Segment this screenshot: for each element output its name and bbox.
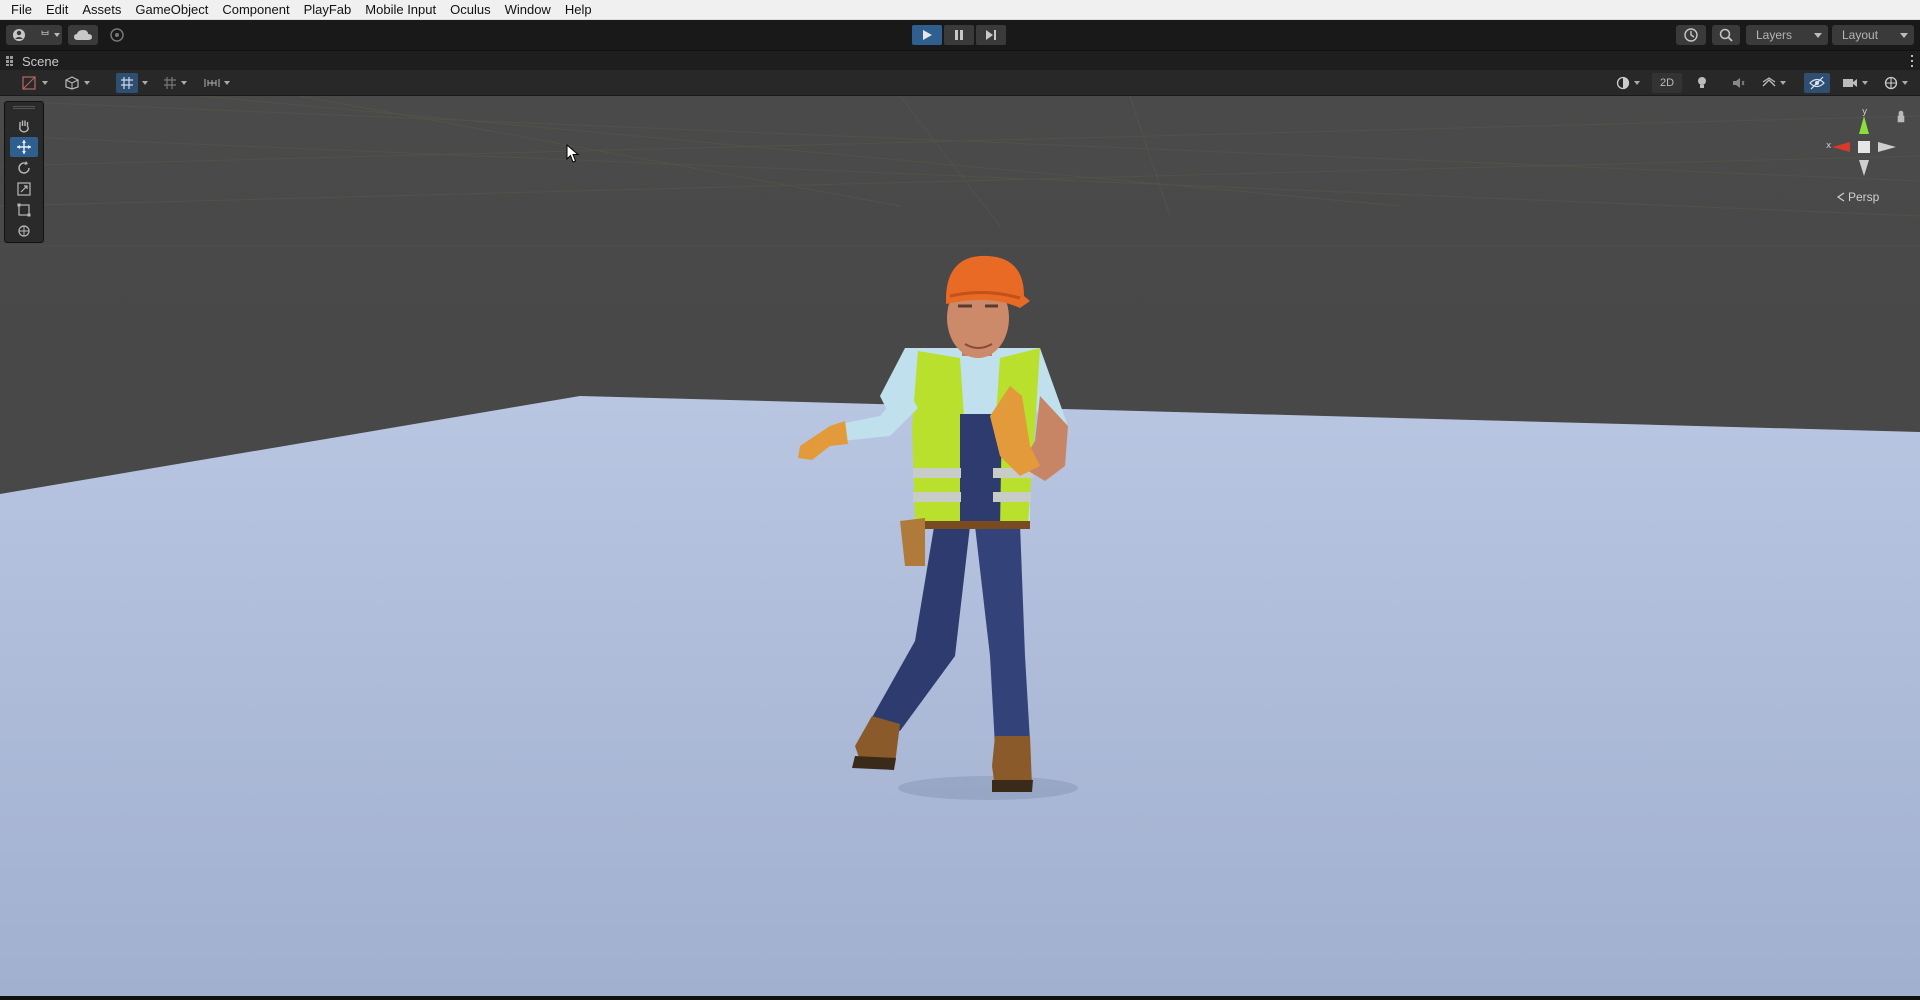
account-dropdown[interactable]: ᄇ	[6, 25, 62, 45]
mouse-cursor-icon	[566, 144, 580, 163]
gizmo-3d-icon	[65, 76, 79, 90]
grid-snap-icon	[121, 77, 133, 89]
gizmo-x-label: x	[1826, 141, 1832, 151]
transform-tool-icon	[18, 225, 30, 237]
menu-mobile-input[interactable]: Mobile Input	[358, 0, 443, 20]
layers-label: Layers	[1756, 28, 1793, 42]
menu-assets[interactable]: Assets	[75, 0, 128, 20]
menu-bar: File Edit Assets GameObject Component Pl…	[0, 0, 1920, 20]
rotate-tool[interactable]	[10, 158, 38, 178]
increment-snap-dropdown[interactable]	[200, 73, 234, 93]
scene-toolbar: 2D	[0, 70, 1920, 96]
perspective-icon	[1836, 192, 1845, 202]
grid-icon	[164, 77, 176, 89]
scene-render	[0, 96, 1920, 996]
scene-tab-bar: Scene	[0, 50, 1920, 70]
camera-dropdown[interactable]	[1838, 73, 1872, 93]
mode-2d-toggle[interactable]: 2D	[1652, 73, 1682, 93]
rect-tool-icon	[17, 203, 31, 217]
pause-button[interactable]	[944, 25, 974, 45]
scale-tool[interactable]	[10, 179, 38, 199]
lighting-icon	[1698, 77, 1706, 88]
status-bar	[0, 996, 1920, 1000]
audio-toggle[interactable]	[1726, 73, 1750, 93]
chevron-down-icon	[1814, 33, 1822, 38]
search-icon	[1719, 28, 1733, 42]
mode-2d-label: 2D	[1659, 77, 1675, 89]
gizmo-3d-dropdown[interactable]	[60, 73, 94, 93]
history-icon	[1684, 28, 1698, 42]
gizmo-center-cube[interactable]	[1858, 141, 1870, 153]
grid-dropdown[interactable]	[160, 73, 190, 93]
menu-oculus[interactable]: Oculus	[443, 0, 497, 20]
layout-label: Layout	[1842, 28, 1879, 42]
lighting-toggle[interactable]	[1690, 73, 1714, 93]
hand-tool[interactable]	[10, 116, 38, 136]
gizmo-neg-x-axis[interactable]	[1878, 142, 1896, 152]
rotate-tool-icon	[18, 161, 30, 174]
menu-component[interactable]: Component	[215, 0, 296, 20]
scene-viewport[interactable]	[0, 96, 1920, 996]
play-icon	[923, 30, 932, 40]
increment-snap-icon	[204, 79, 220, 87]
hidden-objects-toggle[interactable]	[1804, 73, 1830, 93]
svg-text:ᄇ: ᄇ	[40, 29, 50, 42]
gizmos-dropdown[interactable]	[1878, 73, 1914, 93]
unity-editor-window: File Edit Assets GameObject Component Pl…	[0, 0, 1920, 1000]
menu-playfab[interactable]: PlayFab	[297, 0, 359, 20]
cloud-button[interactable]	[68, 25, 98, 45]
menu-gameobject[interactable]: GameObject	[128, 0, 215, 20]
cloud-icon	[74, 30, 92, 40]
gizmos-icon	[1884, 76, 1898, 90]
history-button[interactable]	[1676, 25, 1706, 45]
menu-help[interactable]: Help	[558, 0, 599, 20]
collab-button[interactable]	[104, 25, 130, 45]
grid-snap-toggle[interactable]	[116, 73, 138, 93]
gizmo-y-axis[interactable]	[1859, 116, 1869, 134]
move-tool-icon	[17, 140, 31, 154]
draw-mode-icon	[22, 76, 36, 90]
rect-tool[interactable]	[10, 200, 38, 220]
step-button[interactable]	[976, 25, 1006, 45]
menu-window[interactable]: Window	[498, 0, 558, 20]
layout-dropdown[interactable]: Layout	[1832, 25, 1914, 45]
audio-icon	[1733, 78, 1745, 88]
gizmo-y-label: y	[1862, 107, 1868, 117]
layers-dropdown[interactable]: Layers	[1746, 25, 1828, 45]
menu-edit[interactable]: Edit	[39, 0, 75, 20]
gizmo-neg-y-axis[interactable]	[1859, 160, 1869, 176]
move-tool[interactable]	[10, 137, 38, 157]
scale-tool-icon	[17, 182, 31, 196]
collab-icon	[110, 28, 124, 42]
gizmo-x-axis[interactable]	[1832, 142, 1850, 152]
grid-snap-dropdown[interactable]	[138, 73, 152, 93]
account-icon: ᄇ	[13, 29, 60, 42]
more-options-icon[interactable]	[1911, 55, 1914, 67]
search-button[interactable]	[1712, 25, 1740, 45]
effects-dropdown[interactable]	[1758, 73, 1790, 93]
hand-tool-icon	[19, 120, 29, 133]
scene-tab-label: Scene	[22, 53, 59, 69]
menu-file[interactable]: File	[4, 0, 39, 20]
chevron-down-icon	[1900, 33, 1908, 38]
scene-grid-icon	[6, 56, 13, 66]
camera-icon	[1843, 79, 1857, 87]
pause-icon	[955, 30, 963, 40]
tab-scene[interactable]: Scene	[6, 51, 59, 71]
effects-icon	[1762, 77, 1776, 87]
projection-label[interactable]: Persp	[1848, 190, 1879, 204]
play-button[interactable]	[912, 25, 942, 45]
shading-mode-dropdown[interactable]	[1610, 73, 1646, 93]
play-controls	[912, 25, 1006, 45]
step-icon	[986, 30, 996, 40]
drag-handle[interactable]	[13, 106, 35, 109]
lock-icon[interactable]	[1897, 110, 1905, 123]
transform-tool[interactable]	[10, 221, 38, 241]
draw-mode-dropdown[interactable]	[18, 73, 52, 93]
tools-palette	[4, 101, 44, 243]
shading-icon	[1616, 76, 1630, 90]
hidden-objects-icon	[1809, 76, 1825, 90]
